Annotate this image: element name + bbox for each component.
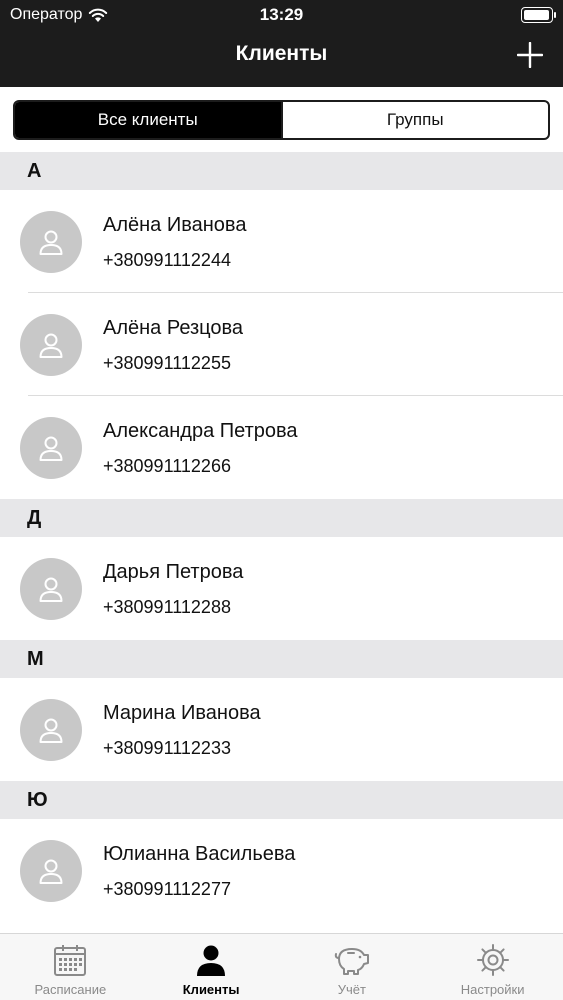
tab-clients[interactable]: Клиенты — [141, 934, 282, 1000]
status-time: 13:29 — [259, 5, 304, 24]
client-row[interactable]: Алёна Резцова +380991112255 — [0, 293, 563, 396]
avatar — [20, 698, 82, 761]
tab-settings[interactable]: Настройки — [422, 934, 563, 1000]
client-row[interactable]: Александра Петрова +380991112266 — [0, 396, 563, 499]
piggy-bank-icon — [334, 948, 369, 975]
section-letter: А — [27, 159, 42, 182]
segment-groups[interactable]: Группы — [280, 102, 549, 138]
client-phone: +380991112255 — [103, 352, 231, 373]
client-row[interactable]: Марина Иванова +380991112233 — [0, 678, 563, 781]
client-name: Марина Иванова — [103, 701, 261, 724]
avatar — [20, 839, 82, 902]
page-title: Клиенты — [235, 42, 328, 65]
calendar-icon — [54, 945, 87, 976]
header: Оператор 13:29 Клиенты — [0, 0, 563, 87]
section-header: М — [0, 640, 563, 678]
tab-label: Расписание — [34, 982, 107, 997]
person-icon — [39, 577, 63, 602]
tab-schedule[interactable]: Расписание — [0, 934, 141, 1000]
client-name: Юлианна Васильева — [103, 842, 296, 865]
tab-bar: Расписание Клиенты Учёт Настройки — [0, 933, 563, 1000]
battery-icon — [521, 7, 556, 23]
client-name: Александра Петрова — [103, 419, 298, 442]
client-row[interactable]: Дарья Петрова +380991112288 — [0, 537, 563, 640]
section-header: А — [0, 152, 563, 190]
person-icon — [39, 230, 63, 255]
client-phone: +380991112288 — [103, 596, 231, 617]
person-icon — [39, 718, 63, 743]
section-letter: Ю — [27, 788, 48, 811]
section-letter: Д — [27, 506, 42, 529]
client-row[interactable]: Юлианна Васильева +380991112277 — [0, 819, 563, 922]
segment-all-clients[interactable]: Все клиенты — [15, 102, 281, 138]
clients-list: А Алёна Иванова +380991112244 Алёна Резц… — [0, 152, 563, 922]
add-client-button[interactable] — [513, 38, 547, 72]
client-row[interactable]: Алёна Иванова +380991112244 — [0, 190, 563, 293]
tab-label: Клиенты — [182, 982, 240, 997]
avatar — [20, 557, 82, 620]
client-phone: +380991112277 — [103, 878, 231, 899]
client-name: Алёна Резцова — [103, 316, 244, 339]
person-filled-icon — [197, 945, 226, 976]
plus-icon — [517, 42, 543, 68]
avatar — [20, 210, 82, 273]
tab-label: Учёт — [337, 982, 366, 997]
client-phone: +380991112233 — [103, 737, 231, 758]
client-phone: +380991112266 — [103, 455, 231, 476]
avatar — [20, 313, 82, 376]
segmented-control: Все клиенты Группы — [13, 100, 550, 140]
section-header: Д — [0, 499, 563, 537]
gear-icon — [476, 944, 509, 976]
person-icon — [39, 859, 63, 884]
section-header: Ю — [0, 781, 563, 819]
person-icon — [39, 333, 63, 358]
status-bar: Оператор 13:29 — [0, 0, 563, 30]
tab-label: Настройки — [460, 982, 525, 997]
avatar — [20, 416, 82, 479]
section-letter: М — [27, 647, 44, 670]
person-icon — [39, 436, 63, 461]
client-phone: +380991112244 — [103, 249, 231, 270]
tab-accounting[interactable]: Учёт — [282, 934, 423, 1000]
client-name: Алёна Иванова — [103, 213, 247, 236]
client-name: Дарья Петрова — [103, 560, 244, 583]
